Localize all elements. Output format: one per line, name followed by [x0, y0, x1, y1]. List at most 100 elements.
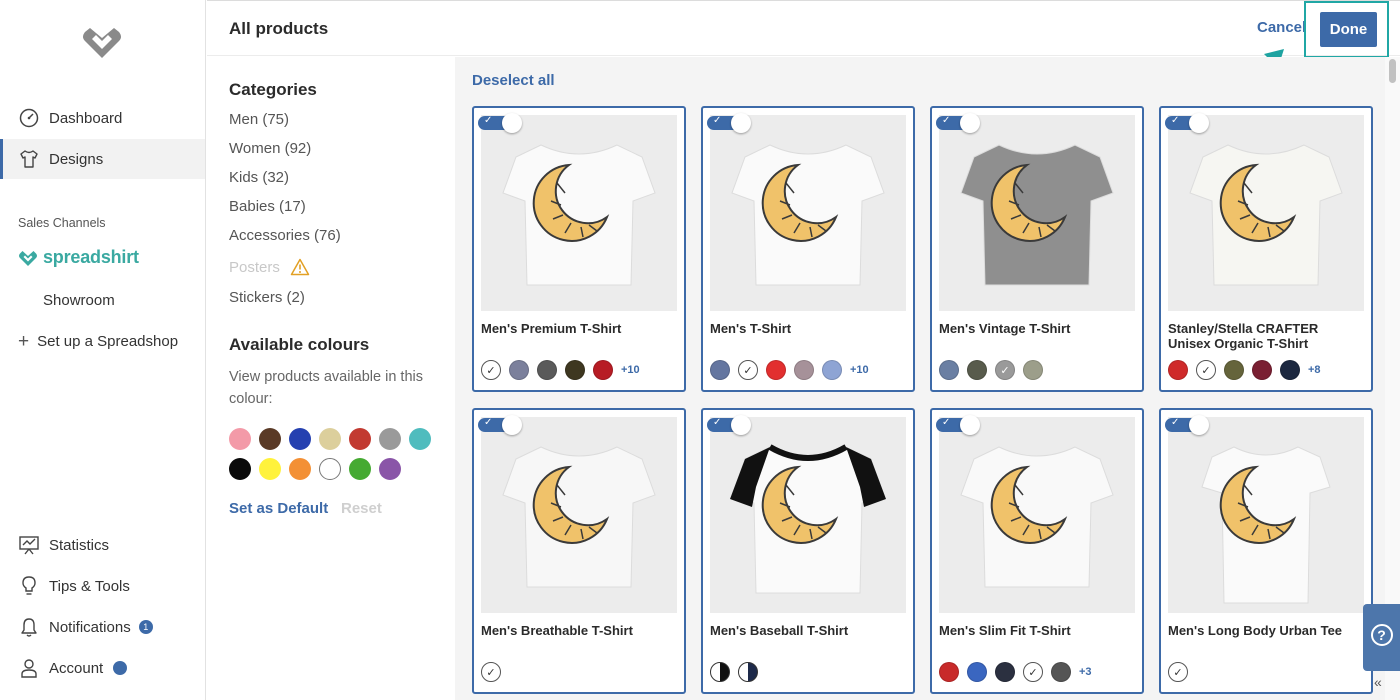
product-card[interactable]: ✓ Men's Long Body Urban Tee ✓: [1159, 408, 1373, 694]
nav-item-showroom[interactable]: Showroom: [43, 292, 115, 309]
product-colour-swatch[interactable]: [939, 662, 959, 682]
product-colour-swatch[interactable]: [939, 360, 959, 380]
heart-logo-icon[interactable]: [80, 22, 124, 62]
colour-swatch[interactable]: [259, 428, 281, 450]
product-colour-swatch[interactable]: [822, 360, 842, 380]
product-card[interactable]: ✓ Men's Vintage T-Shirt ✓: [930, 106, 1144, 392]
product-image[interactable]: [710, 417, 906, 613]
selected-check-icon: ✓: [1000, 364, 1010, 377]
product-colour-swatch[interactable]: ✓: [738, 360, 758, 380]
colour-swatch[interactable]: [319, 458, 341, 480]
product-colour-swatch[interactable]: [794, 360, 814, 380]
header-bar: All products Cancel Done: [207, 0, 1400, 58]
product-colour-swatch[interactable]: [995, 662, 1015, 682]
product-image[interactable]: [939, 417, 1135, 613]
category-stickers[interactable]: Stickers (2): [229, 289, 305, 306]
product-colour-swatch[interactable]: ✓: [481, 662, 501, 682]
colour-swatch[interactable]: [379, 428, 401, 450]
category-accessories[interactable]: Accessories (76): [229, 227, 341, 244]
done-button[interactable]: Done: [1320, 12, 1377, 47]
nav-item-account[interactable]: Account: [0, 648, 205, 688]
cancel-button[interactable]: Cancel: [1257, 19, 1306, 36]
colour-swatch[interactable]: [229, 458, 251, 480]
product-toggle-switch[interactable]: ✓: [936, 415, 980, 435]
deselect-all-button[interactable]: Deselect all: [472, 72, 555, 89]
product-colour-swatch[interactable]: [1051, 662, 1071, 682]
product-colour-swatch[interactable]: [1252, 360, 1272, 380]
product-colour-swatch[interactable]: [710, 662, 730, 682]
colour-swatch[interactable]: [349, 428, 371, 450]
question-icon: ?: [1370, 624, 1393, 646]
colour-swatch[interactable]: [319, 428, 341, 450]
product-card[interactable]: ✓ Stanley/Stella CRAFTER Unisex Organic T…: [1159, 106, 1373, 392]
scrollbar-thumb[interactable]: [1389, 59, 1396, 83]
product-colour-swatch[interactable]: [537, 360, 557, 380]
product-colour-swatch[interactable]: [967, 360, 987, 380]
product-image[interactable]: [939, 115, 1135, 311]
colour-swatch[interactable]: [379, 458, 401, 480]
nav-item-designs[interactable]: Designs: [0, 139, 205, 179]
product-colour-swatch[interactable]: [1168, 360, 1188, 380]
product-card[interactable]: ✓ Men's Baseball T-Shirt: [701, 408, 915, 694]
more-colours-count[interactable]: +8: [1308, 364, 1321, 376]
more-colours-count[interactable]: +10: [850, 364, 869, 376]
nav-item-statistics[interactable]: Statistics: [0, 525, 205, 565]
product-toggle-switch[interactable]: ✓: [1165, 415, 1209, 435]
setup-spreadshop-link[interactable]: + Set up a Spreadshop: [18, 332, 178, 351]
product-colour-swatch[interactable]: ✓: [1168, 662, 1188, 682]
category-men[interactable]: Men (75): [229, 111, 289, 128]
category-babies[interactable]: Babies (17): [229, 198, 306, 215]
colour-swatch[interactable]: [259, 458, 281, 480]
category-women[interactable]: Women (92): [229, 140, 311, 157]
colour-swatch[interactable]: [289, 458, 311, 480]
product-colour-swatch[interactable]: [1224, 360, 1244, 380]
product-toggle-switch[interactable]: ✓: [707, 113, 751, 133]
more-colours-count[interactable]: +3: [1079, 666, 1092, 678]
colour-swatch[interactable]: [229, 428, 251, 450]
product-image[interactable]: [481, 417, 677, 613]
product-card[interactable]: ✓ Men's T-Shirt ✓ +10: [701, 106, 915, 392]
help-button[interactable]: ?: [1363, 604, 1400, 671]
product-colour-swatch[interactable]: [967, 662, 987, 682]
colour-swatch[interactable]: [289, 428, 311, 450]
product-card[interactable]: ✓ Men's Premium T-Shirt ✓ +10: [472, 106, 686, 392]
product-toggle-switch[interactable]: ✓: [1165, 113, 1209, 133]
product-image[interactable]: [1168, 115, 1364, 311]
product-colour-swatch[interactable]: [593, 360, 613, 380]
product-toggle-switch[interactable]: ✓: [478, 415, 522, 435]
product-colour-swatch[interactable]: [738, 662, 758, 682]
product-colour-list: ✓ +3: [939, 662, 1092, 682]
nav-item-label: Tips & Tools: [49, 577, 130, 595]
nav-item-dashboard[interactable]: Dashboard: [0, 98, 205, 138]
collapse-chevron-icon[interactable]: «: [1374, 674, 1382, 690]
product-colour-swatch[interactable]: ✓: [995, 360, 1015, 380]
product-colour-swatch[interactable]: ✓: [481, 360, 501, 380]
colour-swatch[interactable]: [349, 458, 371, 480]
product-image[interactable]: [710, 115, 906, 311]
category-kids[interactable]: Kids (32): [229, 169, 289, 186]
product-toggle-switch[interactable]: ✓: [478, 113, 522, 133]
product-image[interactable]: [481, 115, 677, 311]
product-colour-swatch[interactable]: [1023, 360, 1043, 380]
colour-swatch[interactable]: [409, 428, 431, 450]
product-colour-swatch[interactable]: ✓: [1196, 360, 1216, 380]
check-icon: ✓: [713, 417, 722, 428]
product-toggle-switch[interactable]: ✓: [707, 415, 751, 435]
product-colour-swatch[interactable]: ✓: [1023, 662, 1043, 682]
set-as-default-button[interactable]: Set as Default: [229, 500, 328, 517]
spreadshirt-channel[interactable]: spreadshirt: [18, 247, 139, 268]
product-colour-swatch[interactable]: [1280, 360, 1300, 380]
nav-item-notifications[interactable]: Notifications 1: [0, 607, 205, 647]
product-card[interactable]: ✓ Men's Slim Fit T-Shirt ✓ +3: [930, 408, 1144, 694]
selected-check-icon: ✓: [1173, 666, 1183, 679]
product-toggle-switch[interactable]: ✓: [936, 113, 980, 133]
product-card[interactable]: ✓ Men's Breathable T-Shirt ✓: [472, 408, 686, 694]
product-colour-swatch[interactable]: [710, 360, 730, 380]
tshirt-icon: [18, 148, 40, 170]
product-colour-swatch[interactable]: [565, 360, 585, 380]
product-image[interactable]: [1168, 417, 1364, 613]
product-colour-swatch[interactable]: [766, 360, 786, 380]
nav-item-tips-tools[interactable]: Tips & Tools: [0, 566, 205, 606]
more-colours-count[interactable]: +10: [621, 364, 640, 376]
product-colour-swatch[interactable]: [509, 360, 529, 380]
